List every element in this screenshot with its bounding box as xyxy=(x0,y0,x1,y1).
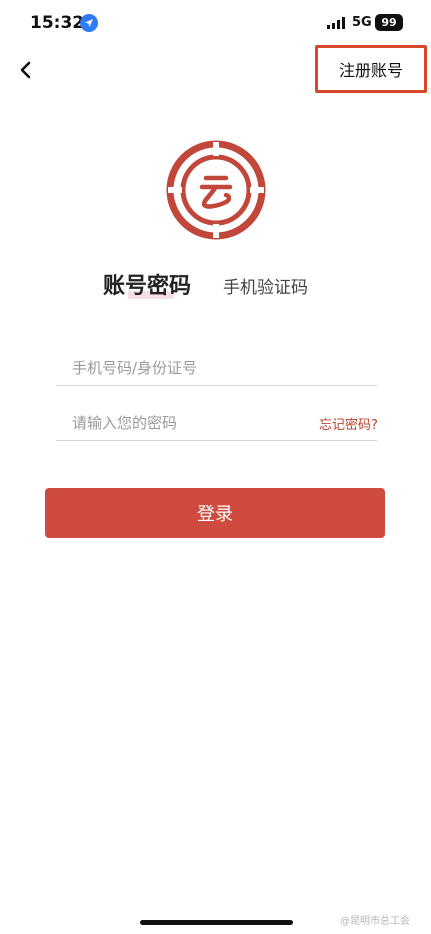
login-screen: 15:32 5G 99 注册账号 账号密码 手机验证码 手机号码/身份证号 忘记… xyxy=(0,0,431,934)
password-input[interactable] xyxy=(56,405,296,440)
home-indicator xyxy=(140,920,293,925)
phone-id-field xyxy=(56,350,377,386)
circular-emblem-logo xyxy=(166,140,266,240)
signal-bars-icon xyxy=(327,17,345,29)
phone-id-input[interactable] xyxy=(56,350,377,385)
status-bar: 15:32 5G 99 xyxy=(0,0,431,48)
chevron-left-icon xyxy=(20,61,31,79)
status-time: 15:32 xyxy=(30,13,85,33)
location-arrow-icon xyxy=(80,14,98,32)
network-type: 5G xyxy=(352,15,372,30)
watermark: @昆明市总工会 xyxy=(340,916,410,927)
tab-account-password[interactable]: 账号密码 xyxy=(103,268,191,300)
login-button[interactable]: 登录 xyxy=(45,488,385,538)
battery-icon: 99 xyxy=(375,14,403,31)
register-account-button[interactable]: 注册账号 xyxy=(315,45,427,93)
tab-sms-code[interactable]: 手机验证码 xyxy=(223,273,308,298)
back-button[interactable] xyxy=(14,58,38,82)
forgot-password-link[interactable]: 忘记密码? xyxy=(319,414,378,433)
